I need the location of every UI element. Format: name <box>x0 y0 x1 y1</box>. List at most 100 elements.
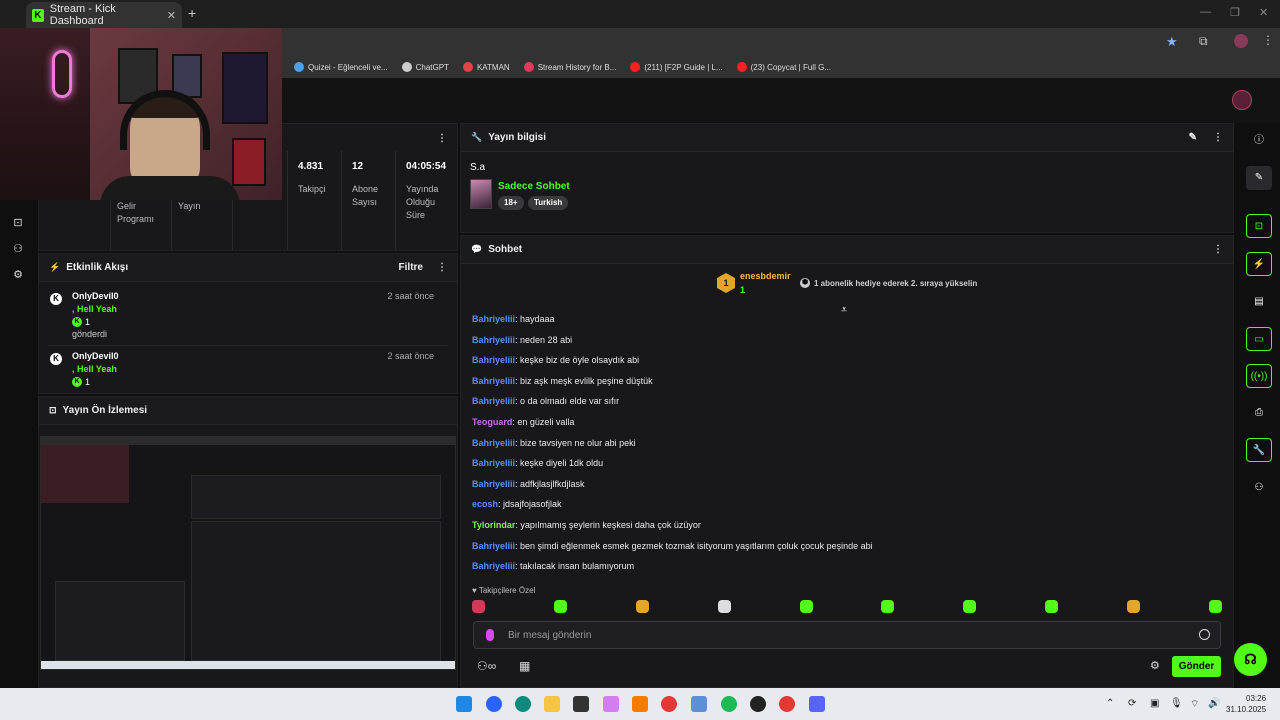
edit-icon[interactable]: ✎ <box>1246 166 1272 190</box>
printer-icon[interactable]: ⎙ <box>1246 401 1272 425</box>
browser-tab[interactable]: K Stream - Kick Dashboard ✕ <box>26 2 182 28</box>
chat-username[interactable]: Bahriyeliii <box>472 314 515 324</box>
document-icon[interactable]: ▤ <box>1246 290 1272 314</box>
chat-username[interactable]: ecosh <box>472 499 498 509</box>
emote[interactable] <box>881 600 895 613</box>
file-explorer-icon[interactable] <box>544 696 560 712</box>
system-clock[interactable]: 03:26 31.10.2025 <box>1226 693 1266 715</box>
emote[interactable] <box>635 600 649 613</box>
followers-value: 4.831 <box>298 161 324 172</box>
bookmark-item[interactable]: (211) [F2P Guide | L... <box>630 62 723 72</box>
stream-preview-icon[interactable]: ⊡ <box>11 216 25 230</box>
lightning-icon[interactable]: ⚡ <box>1246 252 1272 276</box>
kicks-coin-icon: K <box>72 317 82 327</box>
app-icon[interactable] <box>486 696 502 712</box>
browser-menu-icon[interactable]: ⋮ <box>1262 33 1274 47</box>
edge-icon[interactable] <box>515 696 531 712</box>
network-icon[interactable]: ⌔ <box>1190 698 1199 711</box>
stream-preview-video[interactable] <box>40 436 456 670</box>
bookmark-item[interactable]: (23) Copycat | Full G... <box>736 62 831 72</box>
chat-username[interactable]: Bahriyeliii <box>472 479 515 489</box>
users-icon[interactable]: ⚇ <box>11 242 25 256</box>
support-headset-icon[interactable]: ☊ <box>1234 643 1267 676</box>
wrench-icon[interactable]: 🔧 <box>1246 438 1272 462</box>
followers-stat: 4.831 Takipçi <box>287 151 341 250</box>
spotify-icon[interactable] <box>721 696 737 712</box>
emote[interactable] <box>1045 600 1059 613</box>
pinned-user[interactable]: enesbdemir <box>740 271 791 281</box>
chat-username[interactable]: Bahriyeliii <box>472 396 515 406</box>
bookmark-item[interactable]: Stream History for B... <box>523 62 616 72</box>
chat-bubble-icon[interactable]: ▭ <box>1246 327 1272 351</box>
edit-icon[interactable]: ✎ <box>1189 132 1197 143</box>
chat-settings-icon[interactable]: ⚙ <box>1150 659 1160 672</box>
more-icon[interactable]: ⋮ <box>437 262 447 273</box>
user-avatar[interactable] <box>1232 90 1252 110</box>
kicks-coin-icon: K <box>72 377 82 387</box>
more-icon[interactable]: ⋮ <box>437 133 447 144</box>
vlc-icon[interactable] <box>632 696 648 712</box>
store-icon[interactable]: ▦ <box>519 659 530 673</box>
new-tab-icon[interactable]: + <box>188 5 196 21</box>
stream-preview-icon[interactable]: ⊡ <box>1246 214 1272 238</box>
chat-username[interactable]: Tylorindar <box>472 520 515 530</box>
chat-username[interactable]: Bahriyeliii <box>472 355 515 365</box>
emote[interactable] <box>799 600 813 613</box>
users-icon[interactable]: ⚇ <box>1246 476 1272 500</box>
chat-username[interactable]: Bahriyeliii <box>472 376 515 386</box>
window-close-icon[interactable]: ✕ <box>1259 6 1268 19</box>
maximize-icon[interactable]: ❐ <box>1230 6 1240 19</box>
windows-start-icon[interactable] <box>456 696 472 712</box>
chat-text: : adfkjlasjlfkdjlask <box>515 478 585 489</box>
windows-taskbar: ⌃ ⟳ ▣ 🎙 ⌔ 🔊 03:26 31.10.2025 <box>0 688 1280 720</box>
users-icon[interactable]: ⚇∞ <box>477 659 496 673</box>
tray-icon[interactable]: ⟳ <box>1128 698 1136 709</box>
app-icon[interactable] <box>691 696 707 712</box>
more-icon[interactable]: ⋮ <box>1213 244 1223 255</box>
chat-username[interactable]: Bahriyeliii <box>472 561 515 571</box>
store-icon[interactable] <box>573 696 589 712</box>
info-icon[interactable]: ⓘ <box>1246 129 1272 153</box>
bookmark-item[interactable]: ChatGPT <box>401 62 449 72</box>
copilot-icon[interactable] <box>603 696 619 712</box>
broadcast-icon[interactable]: ((•)) <box>1246 364 1272 388</box>
emote[interactable] <box>1127 600 1140 613</box>
emote[interactable] <box>717 600 731 613</box>
tray-chevron-icon[interactable]: ⌃ <box>1106 698 1114 709</box>
bookmark-item[interactable]: Quizei - Eğlenceli ve... <box>294 62 388 72</box>
gear-icon[interactable]: ⚙ <box>11 268 25 282</box>
bookmark-star-icon[interactable]: ★ <box>1166 34 1178 50</box>
chat-username[interactable]: Bahriyeliii <box>472 541 515 551</box>
microphone-icon[interactable] <box>486 629 494 641</box>
minimize-icon[interactable]: — <box>1200 6 1211 18</box>
send-button[interactable]: Gönder <box>1172 656 1221 677</box>
chat-username[interactable]: Bahriyeliii <box>472 335 515 345</box>
tray-icon[interactable]: ▣ <box>1150 698 1159 709</box>
volume-icon[interactable]: 🔊 <box>1208 698 1220 709</box>
event-time: 2 saat önce <box>387 291 434 301</box>
chrome-icon[interactable] <box>661 696 677 712</box>
microphone-icon[interactable]: 🎙 <box>1170 698 1183 709</box>
more-icon[interactable]: ⋮ <box>1213 132 1223 143</box>
close-tab-icon[interactable]: ✕ <box>167 9 176 22</box>
chat-username[interactable]: Bahriyeliii <box>472 438 515 448</box>
event-user[interactable]: OnlyDevil0 <box>72 351 119 361</box>
emoji-icon[interactable] <box>1199 629 1210 640</box>
extensions-icon[interactable]: ⧉ <box>1199 34 1208 49</box>
chat-username[interactable]: Bahriyeliii <box>472 458 515 468</box>
stream-category[interactable]: Sadece Sohbet <box>498 181 570 192</box>
obs-icon[interactable] <box>750 696 766 712</box>
profile-avatar[interactable] <box>1234 34 1248 48</box>
event-user[interactable]: OnlyDevil0 <box>72 291 119 301</box>
emote[interactable] <box>963 600 977 613</box>
chat-input[interactable] <box>506 622 1186 648</box>
emote[interactable] <box>553 600 567 613</box>
chat-username[interactable]: Teoguard <box>472 417 512 427</box>
bookmark-item[interactable]: KATMAN <box>462 62 510 72</box>
message-box <box>473 621 1221 649</box>
emote[interactable] <box>472 600 485 613</box>
discord-icon[interactable] <box>809 696 825 712</box>
emote[interactable] <box>1208 600 1222 613</box>
filter-button[interactable]: Filtre <box>399 262 423 273</box>
chrome-icon[interactable] <box>779 696 795 712</box>
